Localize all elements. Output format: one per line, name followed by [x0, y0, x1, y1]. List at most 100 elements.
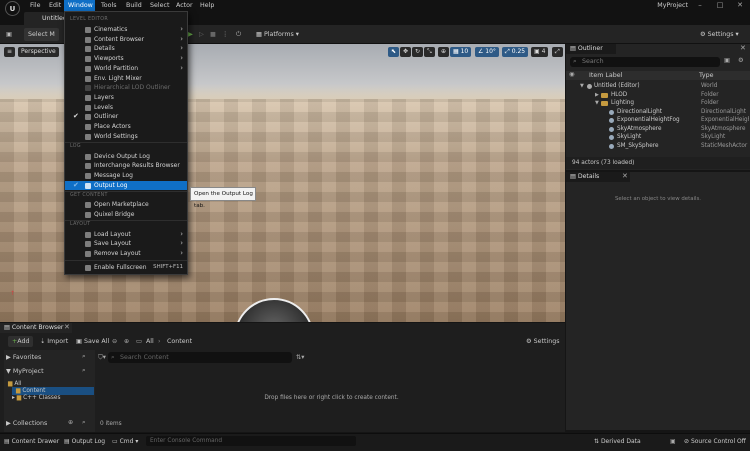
- menu-tools[interactable]: Tools: [97, 0, 121, 11]
- favorites-header[interactable]: ▶ Favorites: [6, 353, 41, 362]
- details-tab[interactable]: ▤ Details: [566, 172, 630, 182]
- menu-select[interactable]: Select: [146, 0, 173, 11]
- camera-speed-button[interactable]: ▣ 4: [531, 47, 549, 57]
- menu-actor[interactable]: Actor: [172, 0, 197, 11]
- menu-item-outliner[interactable]: ✔ Outliner: [65, 112, 187, 122]
- scale-tool-icon[interactable]: ⤡: [424, 47, 435, 57]
- rotate-tool-icon[interactable]: ↻: [412, 47, 424, 57]
- menu-window[interactable]: Window: [64, 0, 95, 11]
- outliner-tab[interactable]: ▤ Outliner: [566, 44, 616, 54]
- add-button[interactable]: +Add: [8, 336, 34, 347]
- close-tab-icon[interactable]: ✕: [64, 323, 70, 331]
- outliner-row[interactable]: DirectionalLight DirectionalLight: [566, 108, 750, 117]
- settings-gear-icon[interactable]: ⚙: [738, 57, 744, 64]
- play-icon[interactable]: ▶: [188, 28, 193, 41]
- col-type[interactable]: Type: [699, 72, 713, 79]
- path-content[interactable]: Content: [167, 336, 192, 347]
- menu-item-interchange-results[interactable]: Interchange Results Browser: [65, 161, 187, 171]
- source-control-button[interactable]: ⊘ Source Control Off: [684, 436, 746, 447]
- search-icon[interactable]: ⌕: [82, 419, 86, 427]
- close-tab-icon[interactable]: ✕: [622, 172, 628, 180]
- outliner-row[interactable]: SkyLight SkyLight: [566, 133, 750, 142]
- cmd-dropdown[interactable]: ▭ Cmd ▾: [112, 436, 138, 447]
- stop-icon[interactable]: ■: [210, 28, 216, 41]
- scale-snap-button[interactable]: ⤢ 0.25: [502, 47, 529, 57]
- menu-item-levels[interactable]: Levels: [65, 103, 187, 113]
- revision-control-icon[interactable]: ▣: [670, 436, 676, 447]
- add-folder-icon[interactable]: ▣: [724, 57, 730, 64]
- menu-build[interactable]: Build: [122, 0, 146, 11]
- maximize-icon[interactable]: □: [710, 0, 730, 11]
- select-mode-button[interactable]: Select M: [24, 28, 59, 41]
- col-item-label[interactable]: Item Label: [589, 72, 622, 79]
- outliner-row[interactable]: ▶ HLOD Folder: [566, 91, 750, 100]
- content-browser-tab[interactable]: ▤ Content Browser: [0, 323, 72, 333]
- sort-options-icon[interactable]: ⇅▾: [296, 352, 304, 363]
- perspective-button[interactable]: Perspective: [18, 47, 59, 57]
- menu-item-open-marketplace[interactable]: Open Marketplace: [65, 200, 187, 210]
- menu-item-cinematics[interactable]: Cinematics ›: [65, 25, 187, 35]
- content-drawer-button[interactable]: ▤ Content Drawer: [4, 436, 59, 447]
- select-tool-icon[interactable]: ⬉: [388, 47, 400, 57]
- menu-file[interactable]: File: [26, 0, 45, 11]
- menu-item-place-actors[interactable]: Place Actors: [65, 122, 187, 132]
- step-icon[interactable]: ▷: [199, 28, 204, 41]
- menu-item-layers[interactable]: Layers: [65, 93, 187, 103]
- level-tab[interactable]: Untitled: [24, 12, 67, 25]
- grid-snap-button[interactable]: ▦ 10: [450, 47, 472, 57]
- menu-edit[interactable]: Edit: [45, 0, 65, 11]
- menu-item-world-partition[interactable]: World Partition ›: [65, 64, 187, 74]
- translate-tool-icon[interactable]: ✥: [400, 47, 412, 57]
- menu-item-load-layout[interactable]: Load Layout ›: [65, 230, 187, 240]
- menu-item-quixel-bridge[interactable]: Quixel Bridge: [65, 210, 187, 220]
- menu-help[interactable]: Help: [196, 0, 218, 11]
- outliner-row[interactable]: ▼ Untitled (Editor) World: [566, 82, 750, 91]
- search-icon[interactable]: ⌕: [82, 367, 86, 375]
- platforms-button[interactable]: ▦ Platforms ▾: [256, 28, 299, 41]
- minimize-icon[interactable]: –: [690, 0, 710, 11]
- viewport-options-button[interactable]: ≡: [4, 47, 16, 57]
- outliner-search-input[interactable]: ⌕ Search: [570, 57, 720, 67]
- menu-item-output-log[interactable]: ✔ Output Log: [65, 180, 187, 191]
- close-icon[interactable]: ✕: [730, 0, 750, 11]
- content-search-input[interactable]: ⌕ Search Content: [108, 352, 292, 363]
- unreal-logo-icon[interactable]: U: [5, 1, 20, 16]
- menu-item-world-settings[interactable]: World Settings: [65, 132, 187, 142]
- maximize-viewport-icon[interactable]: ⤢: [552, 47, 563, 57]
- launch-icon[interactable]: ⏻: [236, 28, 241, 41]
- derived-data-button[interactable]: ⇅ Derived Data: [594, 436, 641, 447]
- outliner-row[interactable]: ▼ Lighting Folder: [566, 99, 750, 108]
- folder-icon[interactable]: ▭: [136, 336, 142, 347]
- console-input[interactable]: Enter Console Command: [146, 436, 356, 446]
- menu-item-save-layout[interactable]: Save Layout ›: [65, 239, 187, 249]
- tree-cpp-classes[interactable]: ▸ ▆ C++ Classes: [12, 394, 61, 402]
- cb-settings-button[interactable]: ⚙ Settings: [526, 336, 559, 347]
- outliner-row[interactable]: SM_SkySphere StaticMeshActor: [566, 142, 750, 151]
- menu-item-env-light-mixer[interactable]: Env. Light Mixer: [65, 74, 187, 84]
- history-forward-icon[interactable]: ⊕: [124, 336, 129, 347]
- world-space-icon[interactable]: ⊕: [438, 47, 450, 57]
- menu-item-enable-fullscreen[interactable]: Enable Fullscreen SHIFT+F11: [65, 263, 187, 273]
- play-options-icon[interactable]: ⋮: [222, 28, 228, 41]
- add-collection-icon[interactable]: ⊕: [68, 419, 73, 426]
- menu-item-content-browser[interactable]: Content Browser ›: [65, 35, 187, 45]
- menu-item-device-output-log[interactable]: Device Output Log: [65, 152, 187, 162]
- rotation-snap-button[interactable]: ∠ 10°: [475, 47, 499, 57]
- settings-button[interactable]: ⚙ Settings ▾: [700, 28, 739, 41]
- history-back-icon[interactable]: ⊖: [112, 336, 117, 347]
- path-all[interactable]: All: [146, 336, 154, 347]
- outliner-row[interactable]: SkyAtmosphere SkyAtmosphere: [566, 125, 750, 134]
- outliner-row[interactable]: ExponentialHeightFog ExponentialHeightFog: [566, 116, 750, 125]
- menu-item-remove-layout[interactable]: Remove Layout ›: [65, 249, 187, 259]
- output-log-button[interactable]: ▤ Output Log: [64, 436, 105, 447]
- collections-header[interactable]: ▶ Collections: [6, 419, 47, 428]
- save-icon[interactable]: ▣: [6, 28, 12, 41]
- import-button[interactable]: ⇣ Import: [40, 336, 68, 347]
- menu-item-message-log[interactable]: Message Log: [65, 171, 187, 181]
- close-tab-icon[interactable]: ✕: [740, 44, 746, 52]
- project-header[interactable]: ▼ MyProject: [6, 367, 44, 376]
- search-icon[interactable]: ⌕: [82, 353, 86, 361]
- save-all-button[interactable]: ▣ Save All: [76, 336, 109, 347]
- menu-item-details[interactable]: Details ›: [65, 44, 187, 54]
- menu-item-viewports[interactable]: Viewports ›: [65, 54, 187, 64]
